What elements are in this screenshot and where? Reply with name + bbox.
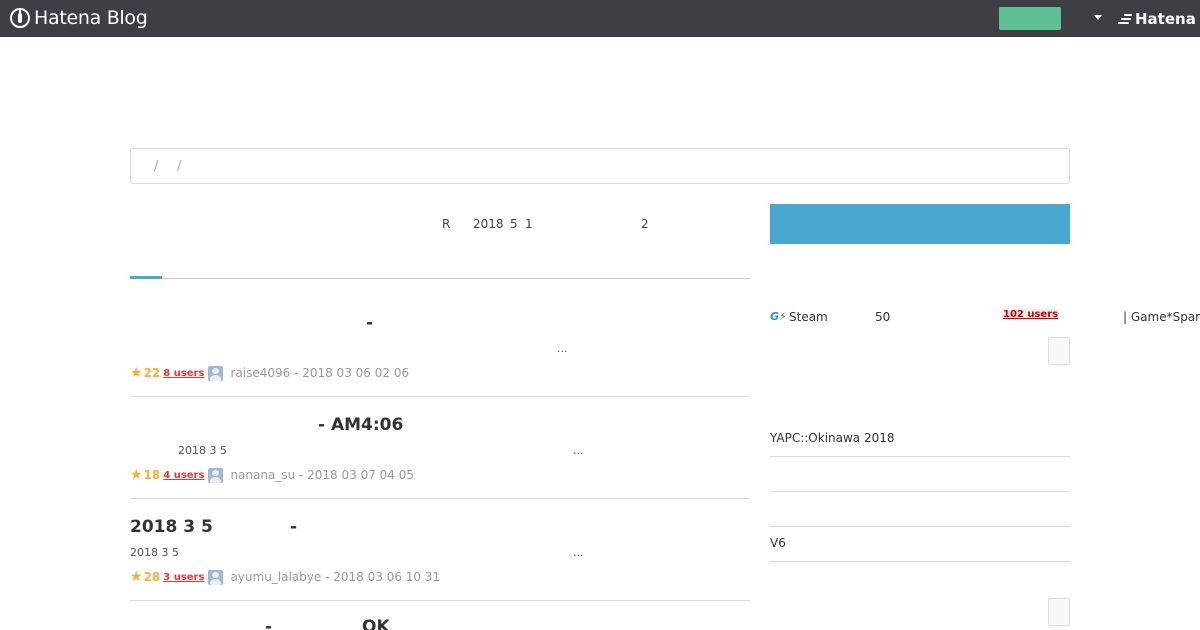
entry-snippet-date: 2018 3 5 bbox=[130, 546, 179, 559]
entry-title[interactable]: OK bbox=[362, 617, 390, 630]
entry-divider bbox=[130, 600, 750, 601]
star-count[interactable]: 28 bbox=[144, 570, 161, 584]
entry-meta: ★ 18 4 users nanana_su - 2018 03 07 04 0… bbox=[130, 466, 414, 484]
start-blog-button[interactable] bbox=[999, 7, 1061, 30]
breadcrumb-separator: / bbox=[154, 159, 159, 174]
logo-text: Hatena Blog bbox=[34, 7, 148, 29]
bookmark-users-link[interactable]: 3 users bbox=[163, 572, 204, 583]
entry-title-dash[interactable]: - bbox=[290, 517, 297, 537]
avatar[interactable] bbox=[208, 467, 224, 483]
entry-title[interactable]: 2018 3 5 bbox=[130, 517, 213, 537]
notice-text: 2018 bbox=[473, 217, 504, 231]
hatena-wifi-icon bbox=[1118, 12, 1132, 26]
hatena-brand-link[interactable]: Hatena bbox=[1118, 9, 1196, 29]
avatar[interactable] bbox=[208, 569, 224, 585]
entry-byline: raise4096 - 2018 03 06 02 06 bbox=[230, 366, 410, 380]
sidebar-small-box[interactable] bbox=[1048, 598, 1070, 626]
caret-down-icon[interactable] bbox=[1094, 15, 1102, 20]
ad-source: | Game*Spark bbox=[1123, 310, 1200, 324]
entry-meta: ★ 22 8 users raise4096 - 2018 03 06 02 0… bbox=[130, 364, 409, 382]
notice-text: 1 bbox=[525, 217, 533, 231]
entry-meta: ★ 28 3 users ayumu_lalabye - 2018 03 06 … bbox=[130, 568, 440, 586]
star-icon: ★ bbox=[130, 365, 143, 381]
avatar[interactable] bbox=[208, 365, 224, 381]
entry-title[interactable]: - AM4:06 bbox=[318, 415, 403, 435]
hatena-blog-logo-icon bbox=[10, 8, 30, 28]
entry-snippet: ... bbox=[557, 342, 568, 355]
entry-snippet: ... bbox=[573, 546, 584, 559]
game-spark-icon: G⚡ bbox=[770, 310, 787, 323]
hatena-brand-text: Hatena bbox=[1135, 10, 1196, 28]
notice-text: R bbox=[442, 217, 451, 231]
ad-title-steam[interactable]: Steam bbox=[789, 310, 828, 324]
hatena-blog-logo[interactable]: Hatena Blog bbox=[10, 7, 148, 29]
top-bar: Hatena Blog Hatena bbox=[0, 0, 1200, 37]
entry-divider bbox=[130, 396, 750, 397]
entry-snippet: ... bbox=[573, 444, 584, 457]
sidebar-divider bbox=[770, 456, 1070, 457]
sidebar-small-box[interactable] bbox=[1048, 337, 1070, 365]
star-icon: ★ bbox=[130, 467, 143, 483]
sidebar-item[interactable]: YAPC::Okinawa 2018 bbox=[770, 431, 895, 445]
notice-text: 2 bbox=[641, 217, 649, 231]
entry-byline: nanana_su - 2018 03 07 04 05 bbox=[230, 468, 415, 482]
sidebar-divider bbox=[770, 561, 1070, 562]
star-icon: ★ bbox=[130, 569, 143, 585]
sidebar-blue-button[interactable] bbox=[770, 204, 1070, 244]
entry-title-dash[interactable]: - bbox=[265, 617, 272, 630]
tab-active-indicator[interactable] bbox=[130, 276, 162, 279]
star-count[interactable]: 18 bbox=[144, 468, 161, 482]
sidebar-item[interactable]: V6 bbox=[770, 536, 786, 550]
sidebar-ad-row[interactable]: G⚡ Steam 50 102 users | Game*Spark bbox=[770, 309, 1200, 327]
entry-divider bbox=[130, 498, 750, 499]
breadcrumb-separator: / bbox=[177, 159, 182, 174]
bookmark-users-link[interactable]: 4 users bbox=[163, 470, 204, 481]
sidebar-divider bbox=[770, 526, 1070, 527]
entry-byline: ayumu_lalabye - 2018 03 06 10 31 bbox=[230, 570, 441, 584]
search-box[interactable]: / / bbox=[130, 148, 1070, 184]
star-count[interactable]: 22 bbox=[144, 366, 161, 380]
ad-title-number[interactable]: 50 bbox=[875, 310, 890, 324]
bookmark-users-link[interactable]: 8 users bbox=[163, 368, 204, 379]
ad-bookmark-users[interactable]: 102 users bbox=[1002, 309, 1060, 320]
tab-bar bbox=[130, 278, 750, 279]
notice-text: 5 bbox=[510, 217, 518, 231]
entry-snippet-date: 2018 3 5 bbox=[178, 444, 227, 457]
entry-title[interactable]: - bbox=[366, 313, 373, 333]
sidebar-divider bbox=[770, 491, 1070, 492]
